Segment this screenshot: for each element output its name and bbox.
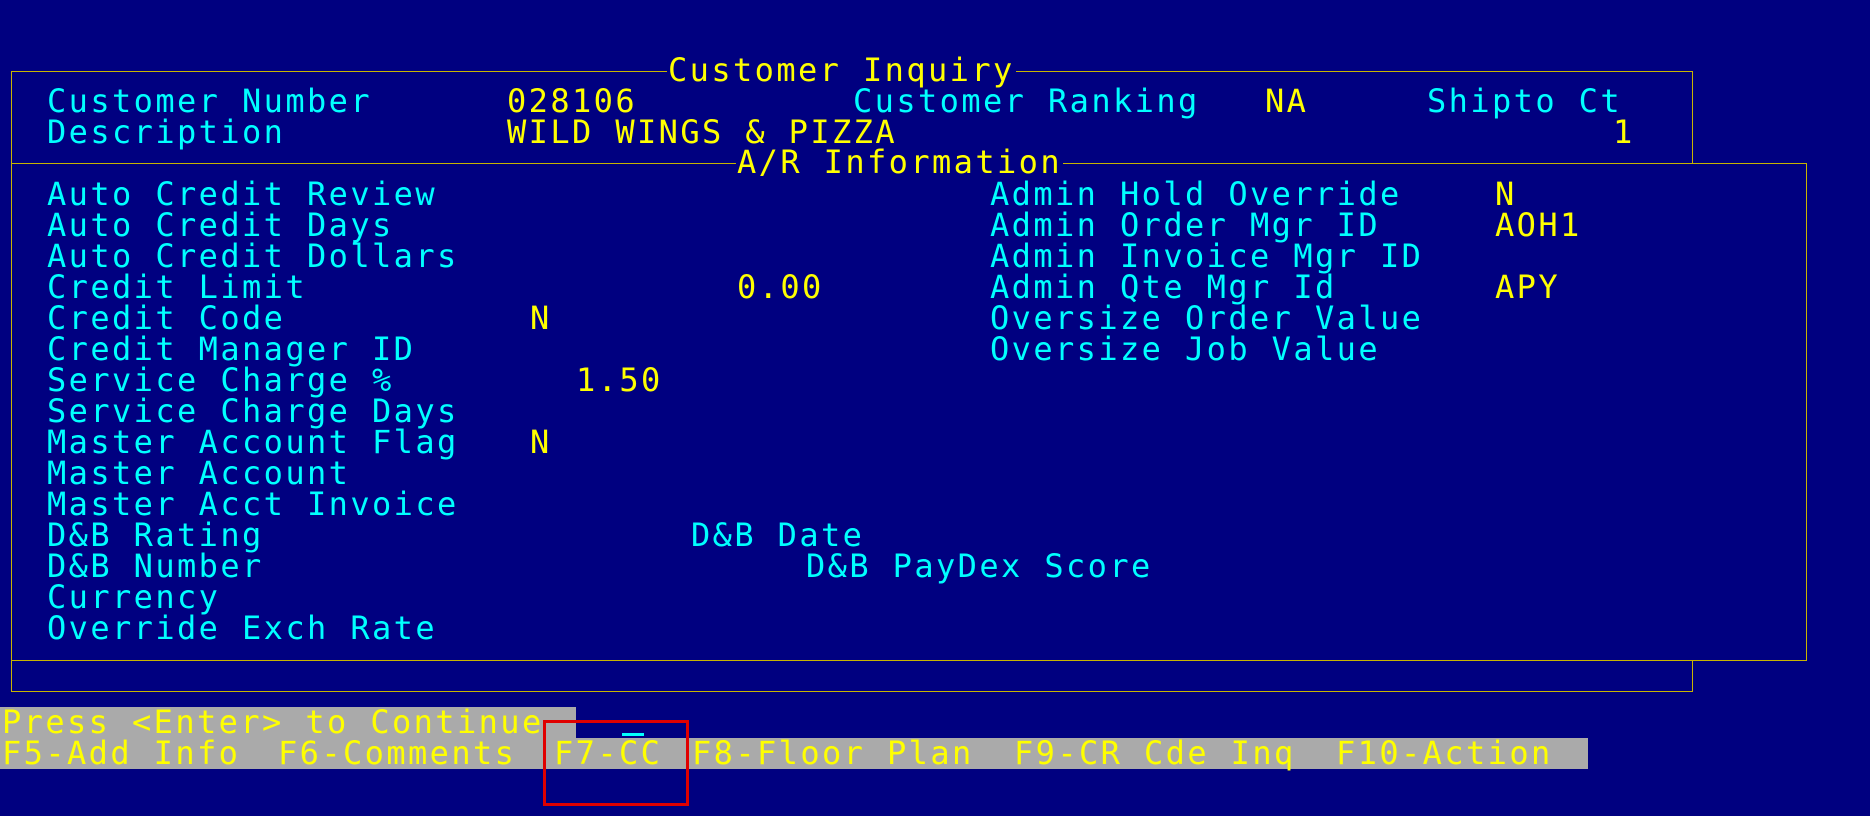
f5-add-info-key[interactable]: F5-Add Info (2, 737, 240, 769)
f9-cr-cde-inq-key[interactable]: F9-CR Cde Inq (1014, 737, 1296, 769)
admin-qte-mgr-value: APY (1495, 268, 1560, 306)
service-charge-pct-value: 1.50 (576, 361, 663, 399)
shipto-count-label: Shipto Ct (1427, 82, 1622, 120)
master-account-flag-value: N (530, 423, 552, 461)
db-paydex-label: D&B PayDex Score (806, 547, 1153, 585)
description-label: Description (47, 113, 286, 151)
f7-highlight-box (543, 720, 689, 806)
credit-limit-value: 0.00 (737, 268, 824, 306)
f8-floor-plan-key[interactable]: F8-Floor Plan (692, 737, 974, 769)
f10-action-key[interactable]: F10-Action (1336, 737, 1553, 769)
customer-ranking-value: NA (1265, 82, 1309, 120)
oversize-job-value-label: Oversize Job Value (990, 330, 1380, 368)
credit-code-value: N (530, 299, 552, 337)
shipto-count-value: 1 (1613, 113, 1635, 151)
admin-order-mgr-value: AOH1 (1495, 206, 1582, 244)
ar-information-title: A/R Information (736, 143, 1063, 181)
override-exch-rate-label: Override Exch Rate (47, 609, 437, 647)
f6-comments-key[interactable]: F6-Comments (278, 737, 516, 769)
customer-ranking-label: Customer Ranking (853, 82, 1200, 120)
